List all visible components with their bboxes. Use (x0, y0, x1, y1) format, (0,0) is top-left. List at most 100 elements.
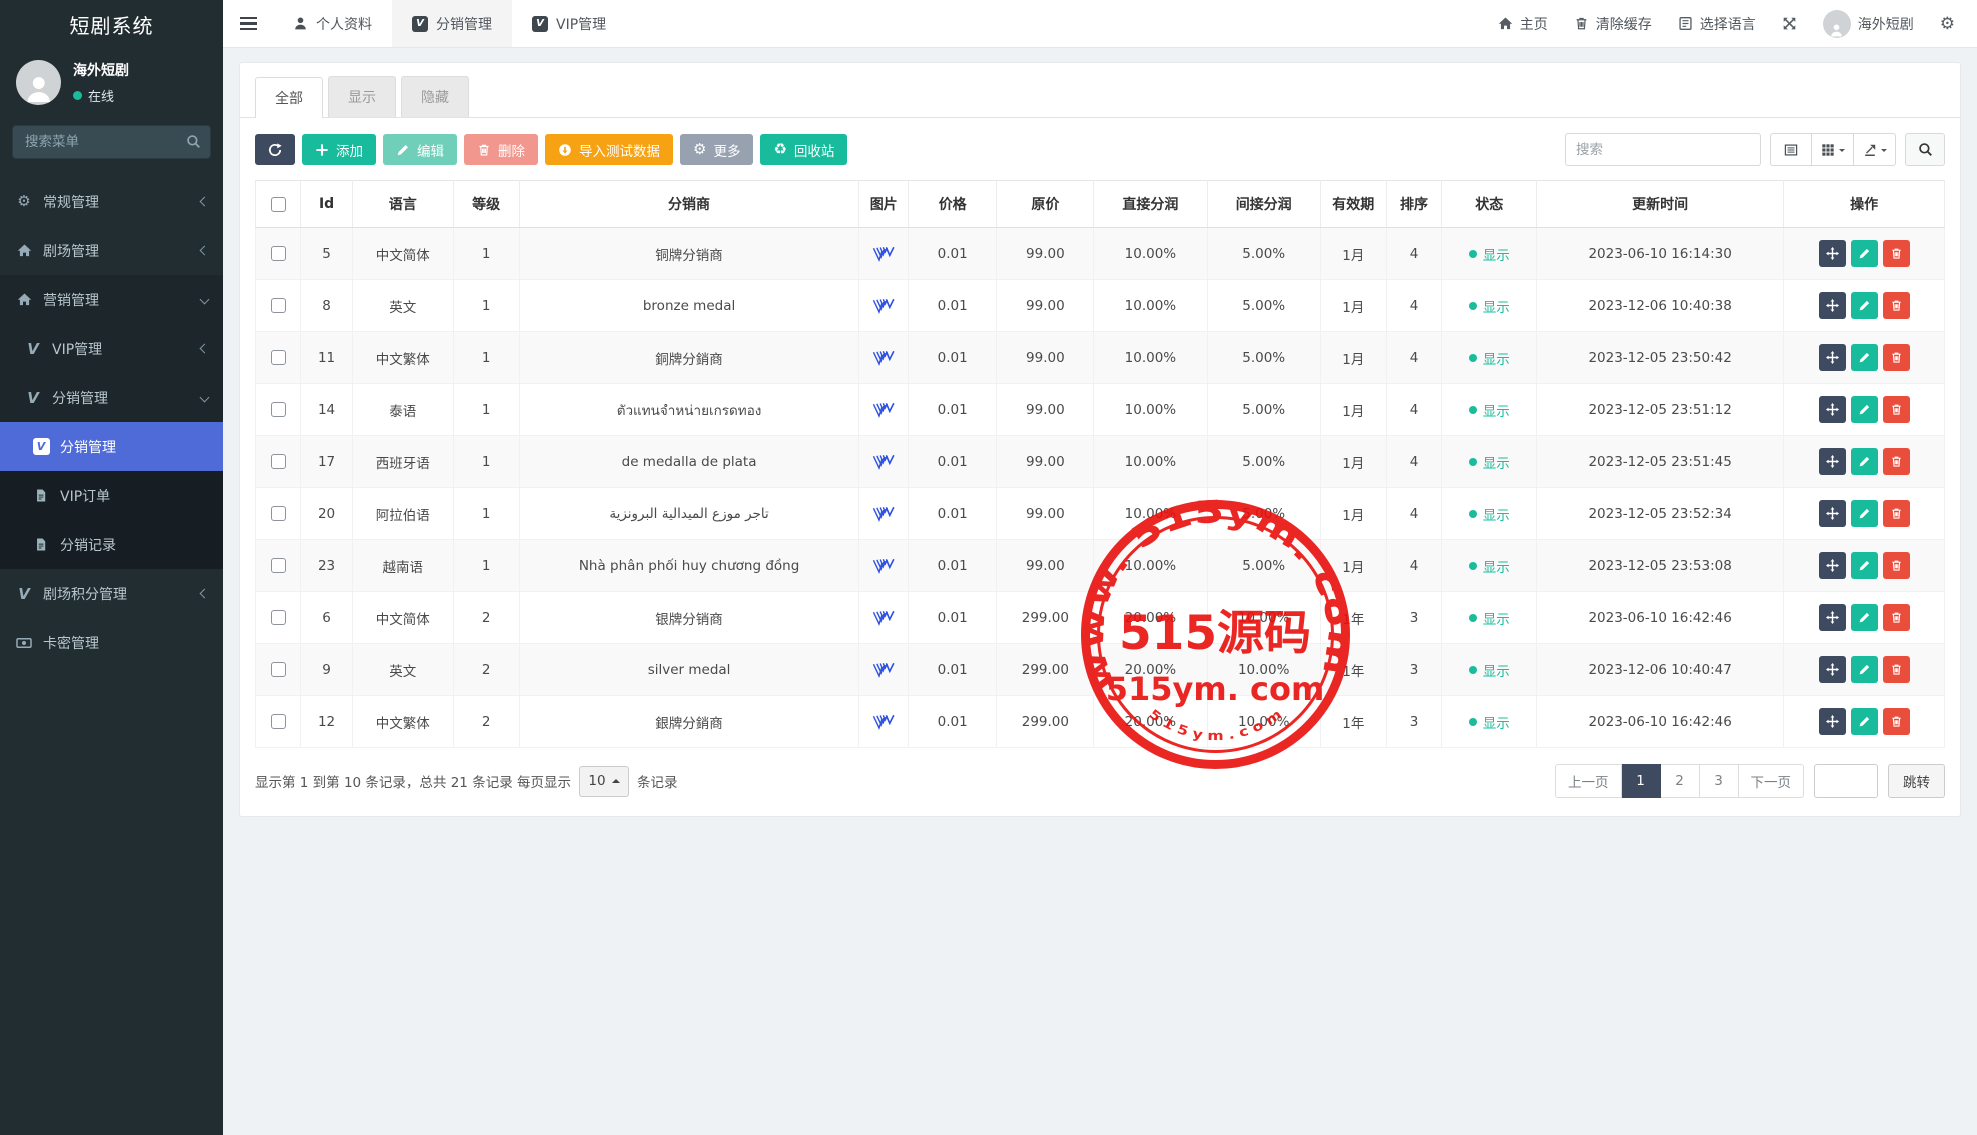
import-test-data-button[interactable]: 导入测试数据 (545, 134, 673, 165)
edit-button[interactable]: 编辑 (383, 134, 457, 165)
status-badge[interactable]: 显示 (1469, 296, 1510, 316)
col-validity[interactable]: 有效期 (1320, 181, 1386, 228)
row-checkbox[interactable] (271, 714, 286, 729)
sidebar-item-distribution-manage[interactable]: V 分销管理 (0, 422, 223, 471)
row-edit-button[interactable] (1851, 344, 1878, 371)
status-badge[interactable]: 显示 (1469, 452, 1510, 472)
v-logo-image[interactable] (872, 350, 895, 366)
tab-distribution-manage[interactable]: V 分销管理 (392, 0, 512, 47)
sidebar-item-vip-manage[interactable]: V VIP管理 (0, 324, 223, 373)
tab-hidden[interactable]: 隐藏 (401, 76, 469, 117)
drag-sort-button[interactable] (1819, 604, 1846, 631)
drag-sort-button[interactable] (1819, 448, 1846, 475)
col-original-price[interactable]: 原价 (997, 181, 1094, 228)
row-checkbox[interactable] (271, 454, 286, 469)
row-edit-button[interactable] (1851, 396, 1878, 423)
v-logo-image[interactable] (872, 298, 895, 314)
status-badge[interactable]: 显示 (1469, 556, 1510, 576)
col-direct-commission[interactable]: 直接分润 (1094, 181, 1207, 228)
hamburger-menu-icon[interactable] (223, 0, 273, 47)
detail-view-button[interactable] (1770, 133, 1812, 166)
recycle-bin-button[interactable]: ♻回收站 (760, 134, 847, 165)
row-edit-button[interactable] (1851, 240, 1878, 267)
fullscreen-icon[interactable] (1782, 16, 1797, 31)
sidebar-search-input[interactable] (12, 125, 211, 159)
sidebar-item-distribution[interactable]: V 分销管理 (0, 373, 223, 422)
row-checkbox[interactable] (271, 506, 286, 521)
sidebar-item-general[interactable]: ⚙ 常规管理 (0, 177, 223, 226)
jump-page-input[interactable] (1814, 764, 1878, 798)
drag-sort-button[interactable] (1819, 708, 1846, 735)
col-distributor[interactable]: 分销商 (519, 181, 859, 228)
row-edit-button[interactable] (1851, 656, 1878, 683)
per-page-select[interactable]: 10 (579, 766, 629, 797)
col-language[interactable]: 语言 (352, 181, 453, 228)
row-edit-button[interactable] (1851, 500, 1878, 527)
status-badge[interactable]: 显示 (1469, 712, 1510, 732)
status-badge[interactable]: 显示 (1469, 348, 1510, 368)
sidebar-item-theater[interactable]: 剧场管理 (0, 226, 223, 275)
row-edit-button[interactable] (1851, 552, 1878, 579)
col-updated[interactable]: 更新时间 (1537, 181, 1784, 228)
search-icon[interactable] (186, 134, 201, 149)
add-button[interactable]: 添加 (302, 134, 376, 165)
col-image[interactable]: 图片 (859, 181, 908, 228)
jump-button[interactable]: 跳转 (1888, 764, 1945, 798)
row-checkbox[interactable] (271, 402, 286, 417)
columns-button[interactable] (1812, 133, 1854, 166)
col-status[interactable]: 状态 (1442, 181, 1537, 228)
col-level[interactable]: 等级 (453, 181, 519, 228)
row-checkbox[interactable] (271, 662, 286, 677)
row-checkbox[interactable] (271, 246, 286, 261)
col-indirect-commission[interactable]: 间接分润 (1207, 181, 1320, 228)
row-delete-button[interactable] (1883, 604, 1910, 631)
delete-button[interactable]: 删除 (464, 134, 538, 165)
row-checkbox[interactable] (271, 298, 286, 313)
status-badge[interactable]: 显示 (1469, 660, 1510, 680)
col-price[interactable]: 价格 (908, 181, 997, 228)
page-3-button[interactable]: 3 (1700, 764, 1739, 798)
prev-page-button[interactable]: 上一页 (1555, 764, 1622, 798)
sidebar-item-card-keys[interactable]: 卡密管理 (0, 618, 223, 667)
drag-sort-button[interactable] (1819, 396, 1846, 423)
tab-vip-manage[interactable]: V VIP管理 (512, 0, 626, 47)
tab-visible[interactable]: 显示 (328, 76, 396, 117)
row-delete-button[interactable] (1883, 500, 1910, 527)
select-all-checkbox[interactable] (271, 197, 286, 212)
nav-user[interactable]: 海外短剧 (1823, 10, 1914, 38)
status-badge[interactable]: 显示 (1469, 608, 1510, 628)
v-logo-image[interactable] (872, 506, 895, 522)
v-logo-image[interactable] (872, 402, 895, 418)
drag-sort-button[interactable] (1819, 240, 1846, 267)
v-logo-image[interactable] (872, 610, 895, 626)
v-logo-image[interactable] (872, 714, 895, 730)
drag-sort-button[interactable] (1819, 552, 1846, 579)
row-delete-button[interactable] (1883, 708, 1910, 735)
row-delete-button[interactable] (1883, 656, 1910, 683)
drag-sort-button[interactable] (1819, 656, 1846, 683)
row-delete-button[interactable] (1883, 396, 1910, 423)
status-badge[interactable]: 显示 (1469, 504, 1510, 524)
v-logo-image[interactable] (872, 246, 895, 262)
col-id[interactable]: Id (301, 181, 352, 228)
row-delete-button[interactable] (1883, 240, 1910, 267)
v-logo-image[interactable] (872, 558, 895, 574)
row-delete-button[interactable] (1883, 292, 1910, 319)
tab-all[interactable]: 全部 (255, 77, 323, 118)
refresh-button[interactable] (255, 134, 295, 165)
row-delete-button[interactable] (1883, 448, 1910, 475)
row-checkbox[interactable] (271, 610, 286, 625)
nav-home[interactable]: 主页 (1498, 14, 1548, 34)
status-badge[interactable]: 显示 (1469, 244, 1510, 264)
row-delete-button[interactable] (1883, 552, 1910, 579)
col-actions[interactable]: 操作 (1784, 181, 1945, 228)
drag-sort-button[interactable] (1819, 292, 1846, 319)
v-logo-image[interactable] (872, 662, 895, 678)
drag-sort-button[interactable] (1819, 500, 1846, 527)
nav-language[interactable]: 选择语言 (1678, 14, 1756, 34)
drag-sort-button[interactable] (1819, 344, 1846, 371)
page-1-button[interactable]: 1 (1622, 764, 1661, 798)
gear-icon[interactable]: ⚙ (1940, 14, 1955, 34)
row-edit-button[interactable] (1851, 604, 1878, 631)
row-edit-button[interactable] (1851, 292, 1878, 319)
